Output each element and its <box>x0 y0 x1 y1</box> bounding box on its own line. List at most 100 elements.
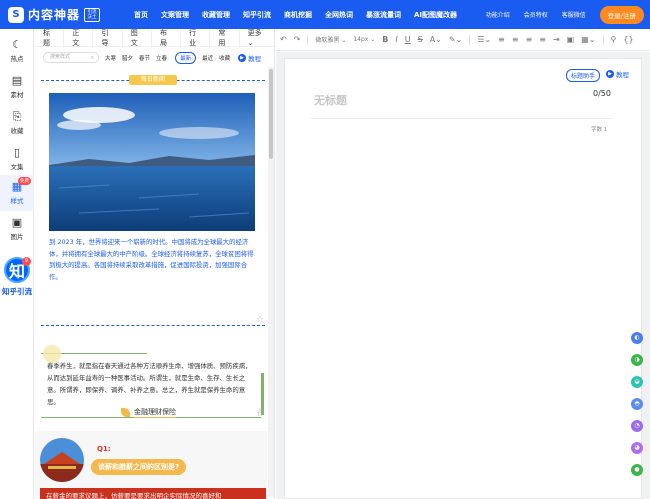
nav-link-business[interactable]: 商机挖掘 <box>284 10 312 20</box>
feature-intro-link[interactable]: 功能介绍 <box>486 10 510 19</box>
float-tool-icon[interactable]: ● <box>631 464 643 476</box>
left-sidebar: ☾ 热点 ▤ 素材 ⎘ 收藏 ▯ 文集 免费 ▦ 样式 ▣ 图片 知 9 知乎引… <box>0 29 34 499</box>
sidebar-item-hot[interactable]: ☾ 热点 <box>0 33 34 69</box>
tutorial-link[interactable]: ▶ 教程 <box>238 53 261 63</box>
style-panel: 标题 正文 引导 图文 布局 行业 常用 更多 ⌄ 搜索样式 ⌕ 大寒 腊夕 春… <box>35 29 275 499</box>
align-right-icon[interactable]: ≡ <box>526 35 533 44</box>
float-tool-icon[interactable]: ◕ <box>631 442 643 454</box>
align-justify-icon[interactable]: ≡ <box>539 35 546 44</box>
float-tool-icon[interactable]: ◐ <box>631 332 643 344</box>
nav-link-ai-image[interactable]: AI配图魔改器 <box>414 10 457 20</box>
tab-title[interactable]: 标题 <box>35 29 65 48</box>
nav-link-hotwords[interactable]: 全网热词 <box>325 10 353 20</box>
login-button[interactable]: 登录/注册 <box>599 5 644 24</box>
font-color-icon[interactable]: A⌄ <box>430 35 442 44</box>
undo-icon[interactable]: ↶ <box>280 35 287 44</box>
style-search-input[interactable]: 搜索样式 ⌕ <box>43 52 99 63</box>
filter-chunjie[interactable]: 春节 <box>139 54 150 62</box>
filter-favorites[interactable]: 收藏 <box>219 54 230 62</box>
sidebar-item-label: 收藏 <box>10 127 24 135</box>
nav-link-traffic[interactable]: 暴涨流量词 <box>366 10 401 20</box>
nav-link-favorites[interactable]: 收藏管理 <box>202 10 230 20</box>
material-icon: ▤ <box>11 74 23 87</box>
document-paper[interactable] <box>284 58 642 499</box>
tab-common[interactable]: 常用 <box>210 29 240 48</box>
panel-scrollbar-thumb[interactable] <box>269 69 273 159</box>
style-card-news[interactable]: 每日新闻 到 2023 年，世界将迎来一个崭新的时代。中国将成为全球最大的经济体… <box>35 67 267 326</box>
line-height-icon[interactable]: ☰⌄ <box>477 35 491 44</box>
word-count: 字数 1 <box>591 127 608 133</box>
logo[interactable]: S 内容神器 引流 沃土 <box>8 6 118 23</box>
sidebar-item-image[interactable]: ▣ 图片 <box>0 211 34 247</box>
filter-latest[interactable]: 最新 <box>175 51 197 64</box>
play-icon: ▶ <box>238 53 247 62</box>
zhihu-label: 知乎引流 <box>2 287 32 296</box>
code-icon[interactable]: {} <box>623 35 633 44</box>
filter-dahan[interactable]: 大寒 <box>105 54 116 62</box>
filter-recent[interactable]: 最近 <box>202 54 213 62</box>
right-nav: 功能介绍 会员特权 客服微信 登录/注册 <box>486 0 644 29</box>
style-card-qa[interactable]: Q1: 谈薪和腊薪之间的区别是? 在薪金的要求议题上，仿薪要是要求出明企实际情况… <box>35 431 267 499</box>
palace-photo <box>40 438 84 482</box>
favorite-star-icon[interactable]: ☆ <box>256 409 264 419</box>
style-card-finance-title[interactable]: 金融理财保险 ☆ <box>35 401 267 431</box>
question-number: Q1: <box>97 445 111 453</box>
align-left-icon[interactable]: ≡ <box>498 35 505 44</box>
sidebar-item-style[interactable]: 免费 ▦ 样式 <box>0 175 34 211</box>
tab-body[interactable]: 正文 <box>64 29 94 48</box>
nav-link-home[interactable]: 首页 <box>134 10 148 20</box>
table-icon[interactable]: ▦⌄ <box>581 35 595 44</box>
finance-title: 金融理财保险 <box>121 407 176 418</box>
document-title-input[interactable]: 无标题 <box>314 92 347 108</box>
filter-laxi[interactable]: 腊夕 <box>122 54 133 62</box>
editor-toolbar: ↶ ↷ 微软雅黑 ⌄ 14px ⌄ B I U S A⌄ ✎⌄ ☰⌄ ≡ ≡ ≡… <box>276 29 650 51</box>
underline-icon[interactable]: U <box>405 35 411 44</box>
sidebar-item-collect[interactable]: ⎘ 收藏 <box>0 105 34 141</box>
logo-badge: 引流 沃土 <box>84 7 101 22</box>
filter-lichun[interactable]: 立春 <box>156 54 167 62</box>
document-icon: ▯ <box>13 146 21 159</box>
nav-links: 首页 文案管理 收藏管理 知乎引流 商机挖掘 全网热词 暴涨流量词 AI配图魔改… <box>134 10 470 20</box>
search-icon: ⌕ <box>90 54 94 61</box>
toolbar-divider <box>602 34 604 45</box>
bold-icon[interactable]: B <box>382 35 388 44</box>
sidebar-item-docs[interactable]: ▯ 文集 <box>0 141 34 177</box>
editor-tutorial-link[interactable]: ▶ 教程 <box>606 69 629 79</box>
sidebar-item-label: 文集 <box>10 163 24 171</box>
service-wechat-link[interactable]: 客服微信 <box>562 10 586 19</box>
italic-icon[interactable]: I <box>395 35 397 44</box>
sidebar-item-label: 图片 <box>10 233 24 241</box>
favorite-star-icon[interactable]: ☆ <box>256 315 264 325</box>
tab-more[interactable]: 更多 ⌄ <box>240 29 274 48</box>
nav-link-copy[interactable]: 文案管理 <box>161 10 189 20</box>
title-divider <box>310 118 612 119</box>
redo-icon[interactable]: ↷ <box>294 35 301 44</box>
float-tool-icon[interactable]: ◓ <box>631 398 643 410</box>
news-paragraph: 到 2023 年，世界将迎来一个崭新的时代。中国将成为全球最大的经济体，并将拥有… <box>49 238 254 281</box>
tab-industry[interactable]: 行业 <box>181 29 211 48</box>
vip-link[interactable]: 会员特权 <box>524 10 548 19</box>
tab-guide[interactable]: 引导 <box>93 29 123 48</box>
nav-link-zhihu[interactable]: 知乎引流 <box>243 10 271 20</box>
tab-layout[interactable]: 布局 <box>152 29 182 48</box>
link-icon[interactable]: ⚲ <box>611 35 617 44</box>
strikethrough-icon[interactable]: S <box>418 35 423 44</box>
lake-photo <box>49 93 255 231</box>
float-tool-icon[interactable]: ◔ <box>631 420 643 432</box>
font-size-select[interactable]: 14px ⌄ <box>353 36 375 43</box>
zhihu-promo[interactable]: 知 9 知乎引流 <box>2 257 32 313</box>
sidebar-item-material[interactable]: ▤ 素材 <box>0 69 34 105</box>
indent-icon[interactable]: ⇥ <box>553 35 560 44</box>
font-family-select[interactable]: 微软雅黑 ⌄ <box>315 35 346 44</box>
float-tool-icon[interactable]: ◑ <box>631 354 643 366</box>
float-tool-icon[interactable]: ◒ <box>631 376 643 388</box>
tab-image-text[interactable]: 图文 <box>123 29 152 48</box>
logo-icon: S <box>8 6 24 23</box>
insert-image-icon[interactable]: ▣ <box>567 35 575 44</box>
align-center-icon[interactable]: ≡ <box>512 35 519 44</box>
highlight-icon[interactable]: ✎⌄ <box>449 35 462 44</box>
search-placeholder: 搜索样式 <box>50 54 71 60</box>
sidebar-item-label: 样式 <box>10 197 24 205</box>
title-assistant-button[interactable]: 标题助手 <box>566 69 601 82</box>
sidebar-item-label: 素材 <box>10 91 24 99</box>
